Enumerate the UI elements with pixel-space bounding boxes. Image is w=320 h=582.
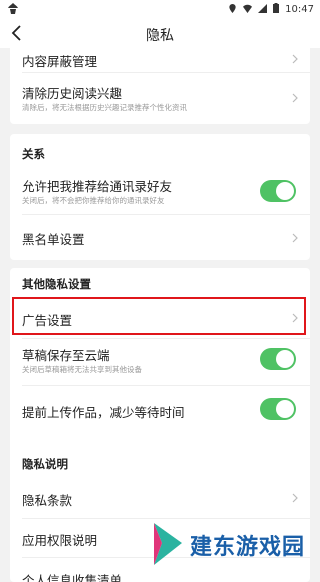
- row-label: 隐私条款: [22, 493, 73, 508]
- row-content-block[interactable]: 内容屏蔽管理: [10, 44, 310, 72]
- chevron-right-icon: [292, 233, 298, 243]
- highlight-box: [12, 297, 306, 335]
- row-privacy-terms[interactable]: 隐私条款: [10, 478, 310, 518]
- row-recommend-contacts[interactable]: 允许把我推荐给通讯录好友 关闭后，将不会把你推荐给你的通讯录好友: [10, 168, 310, 214]
- watermark-text: 建东游戏园: [190, 535, 306, 560]
- card-relationship: 关系 允许把我推荐给通讯录好友 关闭后，将不会把你推荐给你的通讯录好友 黑名单设…: [10, 134, 310, 260]
- row-description: 关闭后草稿箱将无法共享到其他设备: [22, 365, 142, 374]
- row-label: 内容屏蔽管理: [22, 54, 98, 69]
- row-early-upload[interactable]: 提前上传作品，减少等待时间: [10, 386, 310, 430]
- recommend-contacts-toggle[interactable]: [260, 180, 296, 202]
- draft-cloud-toggle[interactable]: [260, 348, 296, 370]
- row-label: 应用权限说明: [22, 533, 98, 548]
- status-time: 10:47: [285, 4, 314, 15]
- chevron-right-icon: [292, 93, 298, 103]
- wifi-icon: [243, 4, 253, 16]
- toggle-knob: [276, 182, 294, 200]
- row-label: 清除历史阅读兴趣: [22, 86, 123, 101]
- row-clear-history[interactable]: 清除历史阅读兴趣 清除后，将无法根据历史兴趣记录推荐个性化资讯: [10, 73, 310, 124]
- row-label: 草稿保存至云端: [22, 348, 110, 363]
- early-upload-toggle[interactable]: [260, 398, 296, 420]
- battery-icon: [273, 3, 280, 16]
- section-title: 其他隐私设置: [22, 277, 91, 291]
- signal-icon: [258, 3, 268, 16]
- chevron-right-icon: [292, 493, 298, 503]
- watermark: 建东游戏园: [150, 521, 320, 569]
- row-label: 允许把我推荐给通讯录好友: [22, 179, 173, 194]
- chevron-right-icon: [292, 54, 298, 64]
- row-description: 关闭后，将不会把你推荐给你的通讯录好友: [22, 196, 165, 205]
- section-title: 关系: [22, 147, 45, 161]
- status-bar: 10:47: [0, 0, 320, 18]
- row-label: 提前上传作品，减少等待时间: [22, 405, 185, 420]
- toggle-knob: [276, 400, 294, 418]
- row-description: 清除后，将无法根据历史兴趣记录推荐个性化资讯: [22, 103, 187, 112]
- row-blacklist[interactable]: 黑名单设置: [10, 215, 310, 260]
- page-title: 隐私: [146, 28, 174, 44]
- location-icon: [228, 3, 237, 16]
- toggle-knob: [276, 350, 294, 368]
- watermark-logo-icon: [154, 523, 182, 565]
- row-label: 黑名单设置: [22, 232, 85, 247]
- section-title: 隐私说明: [22, 457, 68, 471]
- row-draft-cloud[interactable]: 草稿保存至云端 关闭后草稿箱将无法共享到其他设备: [10, 339, 310, 385]
- row-label: 个人信息收集清单: [22, 573, 123, 582]
- android-debug-icon: [8, 3, 18, 17]
- card-content-settings: 内容屏蔽管理 清除历史阅读兴趣 清除后，将无法根据历史兴趣记录推荐个性化资讯: [10, 44, 310, 124]
